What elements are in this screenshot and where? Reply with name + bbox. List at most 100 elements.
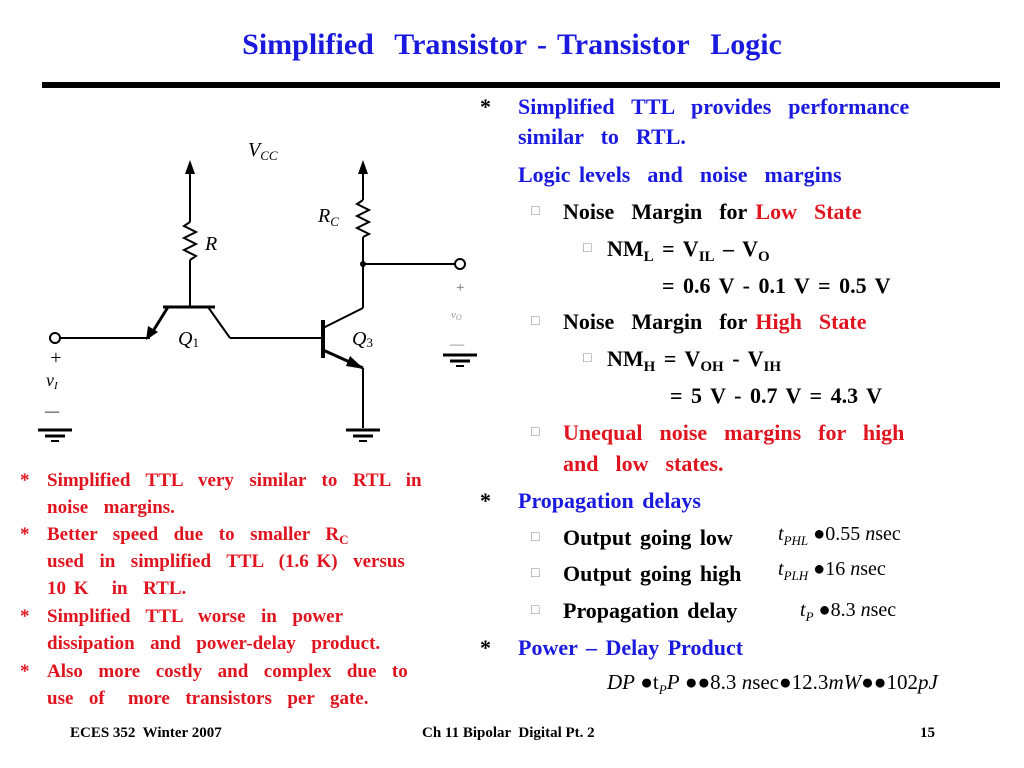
footer-course: ECES 352 Winter 2007 <box>70 725 222 741</box>
left-text: noise margins. <box>47 497 175 518</box>
emitter-arrow-icon <box>346 356 364 369</box>
text-fragment: Noise Margin for <box>563 199 756 224</box>
vcc-arrow-icon <box>185 160 195 174</box>
text-fragment: High State <box>755 309 867 334</box>
vi-label: vI <box>46 370 59 392</box>
text-fragment: PLH <box>783 568 809 583</box>
bullet-star: * <box>480 488 491 513</box>
bullet-star: * <box>20 524 30 545</box>
text-fragment: 1 <box>192 335 199 350</box>
unequal-line-2: and low states. <box>563 451 724 476</box>
text-fragment: - V <box>723 346 764 371</box>
vo-label: vO <box>451 309 462 322</box>
left-text: Simplified TTL worse in power <box>47 606 344 627</box>
left-text: Simplified TTL very similar to RTL in <box>47 470 422 491</box>
text-fragment: ●8.3 <box>818 599 861 621</box>
text-fragment: O <box>456 313 462 322</box>
bullet-star: * <box>20 606 30 627</box>
junction-node <box>360 261 366 267</box>
output-terminal <box>454 258 466 270</box>
vo-plus: + <box>455 280 465 296</box>
text-fragment: pJ <box>917 670 938 694</box>
circuit-element <box>322 307 364 329</box>
text-fragment: – V <box>714 236 759 261</box>
bullet-box-icon: □ <box>531 425 540 440</box>
nml-value: = 0.6 V - 0.1 V = 0.5 V <box>662 273 891 298</box>
q1-collector <box>207 306 231 339</box>
vi-plus: + <box>49 347 63 369</box>
text-fragment: sec <box>860 558 886 580</box>
text-fragment: Q <box>178 328 193 350</box>
vo-minus: — <box>449 336 465 353</box>
resistor-r <box>181 221 199 261</box>
text-fragment: ●0.55 <box>813 523 866 545</box>
footer-chapter: Ch 11 Bipolar Digital Pt. 2 <box>422 725 595 741</box>
text-fragment: v <box>46 370 54 390</box>
slide: Simplified Transistor - Transistor Logic <box>0 0 1024 768</box>
circuit-element <box>38 170 477 442</box>
text-fragment: H <box>643 359 656 375</box>
bullet-box-icon: □ <box>583 241 592 256</box>
dp-formula: DP ●tPP ●●8.3 nsec●12.3mW●●102pJ <box>607 670 938 697</box>
delay-label-high: Output going high <box>563 561 742 586</box>
text-fragment: Q <box>352 328 367 350</box>
ground-icon <box>346 428 380 442</box>
text-fragment: Noise Margin for <box>563 309 756 334</box>
ground-icon <box>443 353 477 367</box>
left-text: dissipation and power-delay product. <box>47 633 381 654</box>
text-fragment: P <box>666 670 680 694</box>
text-fragment: ●16 <box>813 558 851 580</box>
bullet-box-icon: □ <box>531 566 540 581</box>
text-fragment: Better speed due to smaller R <box>47 524 340 545</box>
text-fragment: NM <box>607 236 644 261</box>
text-fragment: ●●8.3 <box>679 670 742 694</box>
text-fragment: sec <box>870 599 897 621</box>
bullet-box-icon: □ <box>531 204 540 219</box>
text-fragment: mW <box>828 670 862 694</box>
logic-levels-heading: Logic levels and noise margins <box>518 162 842 187</box>
text-fragment: CC <box>260 148 278 163</box>
nmh-formula: NMH = VOH - VIH <box>607 346 781 375</box>
text-fragment: ●●102 <box>861 670 918 694</box>
unequal-line-1: Unequal noise margins for high <box>563 420 905 445</box>
page-number: 15 <box>920 725 935 741</box>
text-fragment: 3 <box>366 335 373 350</box>
intro-line-1: Simplified TTL provides performance <box>518 94 910 119</box>
left-text: 10 K in RTL. <box>47 578 187 599</box>
bullet-star: * <box>480 94 491 119</box>
text-fragment: DP <box>607 670 635 694</box>
text-fragment: P <box>658 682 667 697</box>
bullet-box-icon: □ <box>531 603 540 618</box>
text-fragment: n <box>865 523 876 545</box>
text-fragment: OH <box>700 359 724 375</box>
nmh-value: = 5 V - 0.7 V = 4.3 V <box>670 383 883 408</box>
left-text: Also more costly and complex due to <box>47 661 408 682</box>
propagation-delays-heading: Propagation delays <box>518 488 701 513</box>
bullet-star: * <box>20 661 30 682</box>
left-text: use of more transistors per gate. <box>47 688 369 709</box>
resistor-rc <box>354 199 372 238</box>
text-fragment: = V <box>655 346 701 371</box>
q1-label: Q1 <box>178 328 199 350</box>
text-fragment: n <box>860 599 871 621</box>
text-fragment: = V <box>653 236 699 261</box>
bullet-star: * <box>480 635 491 660</box>
text-fragment: IL <box>698 249 715 265</box>
r-label: R <box>204 233 217 255</box>
text-fragment: R <box>317 205 330 227</box>
nm-low-heading: Noise Margin for Low State <box>563 199 862 225</box>
bullet-box-icon: □ <box>531 314 540 329</box>
text-fragment: PHL <box>783 533 809 548</box>
text-fragment: L <box>643 249 654 265</box>
text-fragment: sec <box>875 523 901 545</box>
power-delay-heading: Power – Delay Product <box>518 635 744 660</box>
text-fragment: C <box>330 214 339 229</box>
bullet-box-icon: □ <box>531 530 540 545</box>
text-fragment: NM <box>607 346 644 371</box>
intro-line-2: similar to RTL. <box>518 124 686 149</box>
delay-label-prop: Propagation delay <box>563 598 738 623</box>
delay-formula-prop: tP ●8.3 nsec <box>800 598 897 623</box>
rc-label: RC <box>317 205 339 229</box>
text-fragment: O <box>758 249 770 265</box>
delay-formula-low: tPHL ●0.55 nsec <box>778 522 901 548</box>
